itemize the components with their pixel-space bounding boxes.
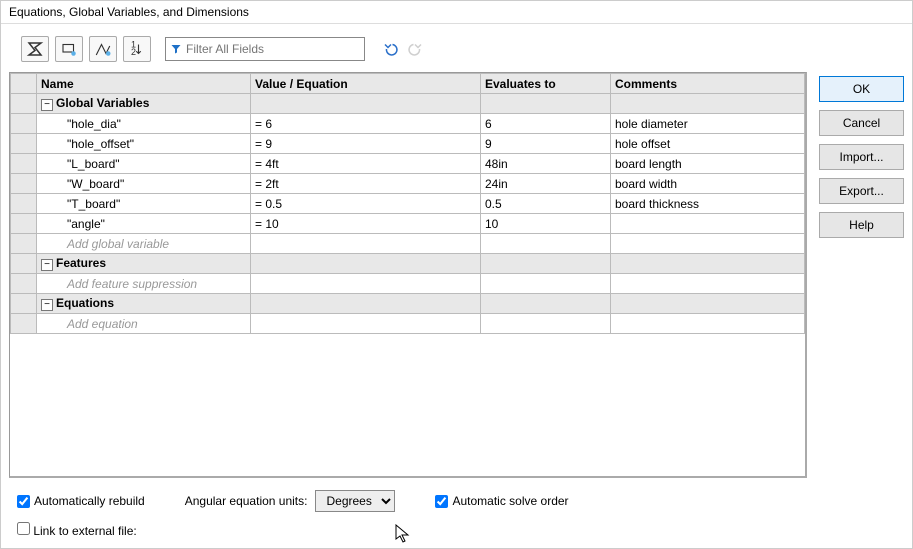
- equations-view-button[interactable]: [21, 36, 49, 62]
- auto-rebuild-label: Automatically rebuild: [34, 494, 145, 508]
- toolbar: 12: [1, 24, 912, 68]
- section-equations[interactable]: −Equations: [11, 294, 805, 314]
- cell-evaluates[interactable]: 24in: [481, 174, 611, 194]
- cell-comments[interactable]: board width: [611, 174, 805, 194]
- auto-rebuild-checkbox[interactable]: Automatically rebuild: [17, 494, 145, 508]
- import-button[interactable]: Import...: [819, 144, 904, 170]
- cell-name[interactable]: "W_board": [37, 174, 251, 194]
- cell-value[interactable]: = 6: [251, 114, 481, 134]
- section-label: Equations: [56, 296, 114, 310]
- col-value[interactable]: Value / Equation: [251, 74, 481, 94]
- col-name[interactable]: Name: [37, 74, 251, 94]
- table-row[interactable]: "hole_dia" = 6 6 hole diameter: [11, 114, 805, 134]
- help-button[interactable]: Help: [819, 212, 904, 238]
- cell-name[interactable]: "angle": [37, 214, 251, 234]
- undo-redo-group: [381, 39, 425, 59]
- cell-evaluates[interactable]: 0.5: [481, 194, 611, 214]
- table-row[interactable]: "angle" = 10 10: [11, 214, 805, 234]
- cancel-button[interactable]: Cancel: [819, 110, 904, 136]
- auto-solve-label: Automatic solve order: [452, 494, 568, 508]
- col-comments[interactable]: Comments: [611, 74, 805, 94]
- section-label: Global Variables: [56, 96, 149, 110]
- cell-comments[interactable]: [611, 214, 805, 234]
- collapse-icon[interactable]: −: [41, 299, 53, 311]
- add-global-placeholder[interactable]: Add global variable: [37, 234, 251, 254]
- table-row[interactable]: "hole_offset" = 9 9 hole offset: [11, 134, 805, 154]
- collapse-icon[interactable]: −: [41, 259, 53, 271]
- cell-evaluates[interactable]: 48in: [481, 154, 611, 174]
- cell-value[interactable]: = 9: [251, 134, 481, 154]
- add-equation-placeholder[interactable]: Add equation: [37, 314, 251, 334]
- cell-value[interactable]: = 10: [251, 214, 481, 234]
- filter-input[interactable]: [186, 42, 360, 56]
- cell-name[interactable]: "L_board": [37, 154, 251, 174]
- cell-name[interactable]: "T_board": [37, 194, 251, 214]
- cell-comments[interactable]: board thickness: [611, 194, 805, 214]
- cell-comments[interactable]: board length: [611, 154, 805, 174]
- add-global-row[interactable]: Add global variable: [11, 234, 805, 254]
- redo-button[interactable]: [405, 39, 425, 59]
- cell-comments[interactable]: hole offset: [611, 134, 805, 154]
- cell-value[interactable]: = 4ft: [251, 154, 481, 174]
- cell-evaluates[interactable]: 9: [481, 134, 611, 154]
- cell-evaluates[interactable]: 10: [481, 214, 611, 234]
- window-title: Equations, Global Variables, and Dimensi…: [1, 1, 912, 24]
- table-row[interactable]: "T_board" = 0.5 0.5 board thickness: [11, 194, 805, 214]
- auto-rebuild-input[interactable]: [17, 495, 30, 508]
- dimension-view-button[interactable]: [89, 36, 117, 62]
- equations-grid[interactable]: Name Value / Equation Evaluates to Comme…: [9, 72, 807, 478]
- link-external-checkbox[interactable]: Link to external file:: [17, 524, 137, 538]
- link-external-input[interactable]: [17, 522, 30, 535]
- add-feature-row[interactable]: Add feature suppression: [11, 274, 805, 294]
- side-button-panel: OK Cancel Import... Export... Help: [819, 72, 904, 548]
- collapse-icon[interactable]: −: [41, 99, 53, 111]
- cell-value[interactable]: = 0.5: [251, 194, 481, 214]
- cell-value[interactable]: = 2ft: [251, 174, 481, 194]
- section-global-variables[interactable]: −Global Variables: [11, 94, 805, 114]
- ordered-view-button[interactable]: 12: [123, 36, 151, 62]
- table-row[interactable]: "W_board" = 2ft 24in board width: [11, 174, 805, 194]
- filter-icon: [170, 43, 182, 55]
- angular-units-select[interactable]: Degrees: [315, 490, 395, 512]
- svg-text:2: 2: [131, 47, 136, 57]
- auto-solve-checkbox[interactable]: Automatic solve order: [435, 494, 568, 508]
- cell-evaluates[interactable]: 6: [481, 114, 611, 134]
- angular-units-label: Angular equation units:: [185, 494, 308, 508]
- table-header-row: Name Value / Equation Evaluates to Comme…: [11, 74, 805, 94]
- ok-button[interactable]: OK: [819, 76, 904, 102]
- cell-comments[interactable]: hole diameter: [611, 114, 805, 134]
- sketch-equation-button[interactable]: [55, 36, 83, 62]
- add-feature-placeholder[interactable]: Add feature suppression: [37, 274, 251, 294]
- table-row[interactable]: "L_board" = 4ft 48in board length: [11, 154, 805, 174]
- undo-button[interactable]: [381, 39, 401, 59]
- export-button[interactable]: Export...: [819, 178, 904, 204]
- cell-name[interactable]: "hole_dia": [37, 114, 251, 134]
- col-evaluates[interactable]: Evaluates to: [481, 74, 611, 94]
- link-external-label: Link to external file:: [33, 524, 136, 538]
- section-features[interactable]: −Features: [11, 254, 805, 274]
- filter-input-container: [165, 37, 365, 61]
- auto-solve-input[interactable]: [435, 495, 448, 508]
- add-equation-row[interactable]: Add equation: [11, 314, 805, 334]
- section-label: Features: [56, 256, 106, 270]
- cell-name[interactable]: "hole_offset": [37, 134, 251, 154]
